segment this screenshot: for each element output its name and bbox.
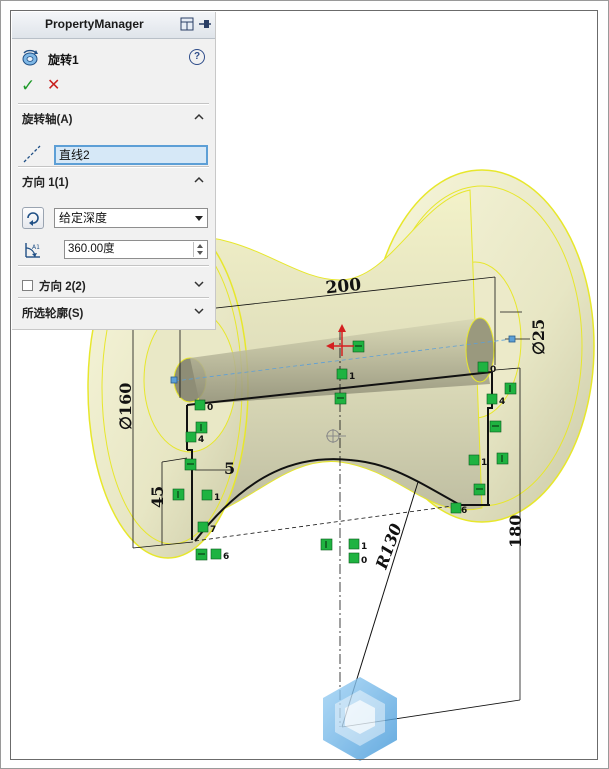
spin-down-icon	[197, 250, 203, 255]
end-condition-value: 给定深度	[59, 211, 108, 225]
section-title-contours[interactable]: 所选轮廓(S)	[22, 305, 83, 321]
panel-header: PropertyManager	[12, 12, 215, 39]
ok-checkmark-icon[interactable]: ✓	[21, 77, 37, 94]
end-condition-select[interactable]: 给定深度	[54, 208, 208, 228]
spin-up-icon	[197, 243, 203, 248]
feature-title-row: 旋转1 ?	[20, 48, 207, 68]
section-title-axis[interactable]: 旋转轴(A)	[22, 111, 72, 127]
chevron-up-icon[interactable]	[193, 111, 205, 123]
direction2-checkbox[interactable]	[22, 280, 33, 291]
angle-spinner[interactable]	[193, 242, 206, 257]
pin-panel-icon[interactable]	[179, 16, 195, 32]
axis-line-icon	[22, 144, 42, 164]
angle-input[interactable]: 360.00度	[64, 240, 208, 259]
panel-header-icons	[179, 16, 213, 32]
spin-down-button[interactable]	[194, 249, 206, 256]
axis-selection-field[interactable]: 直线2	[54, 145, 208, 165]
svg-text:A1: A1	[32, 244, 40, 251]
cancel-x-icon[interactable]: ✕	[47, 78, 63, 94]
revolve-angle-icon: A1	[22, 239, 44, 261]
help-icon[interactable]: ?	[189, 49, 205, 65]
angle-value: 360.00度	[68, 243, 115, 255]
section-title-direction2[interactable]: 方向 2(2)	[39, 278, 86, 294]
spin-up-button[interactable]	[194, 242, 206, 249]
panel-header-title: PropertyManager	[45, 17, 144, 31]
feature-title: 旋转1	[48, 53, 79, 67]
chevron-down-icon[interactable]	[193, 305, 205, 317]
divider	[18, 265, 209, 267]
section-title-direction1[interactable]: 方向 1(1)	[22, 174, 69, 190]
divider	[18, 166, 209, 168]
revolve-feature-icon	[20, 48, 40, 68]
divider	[18, 103, 209, 105]
chevron-up-icon[interactable]	[193, 174, 205, 186]
chevron-down-icon[interactable]	[193, 278, 205, 290]
reverse-direction-icon[interactable]	[22, 207, 44, 229]
property-manager-panel: PropertyManager 旋转1 ? ✓ ✕ 旋转轴(A) 直线2 方向 …	[12, 12, 216, 330]
divider	[18, 297, 209, 299]
dropdown-arrow-icon[interactable]	[195, 216, 203, 221]
push-pin-icon[interactable]	[197, 16, 213, 32]
